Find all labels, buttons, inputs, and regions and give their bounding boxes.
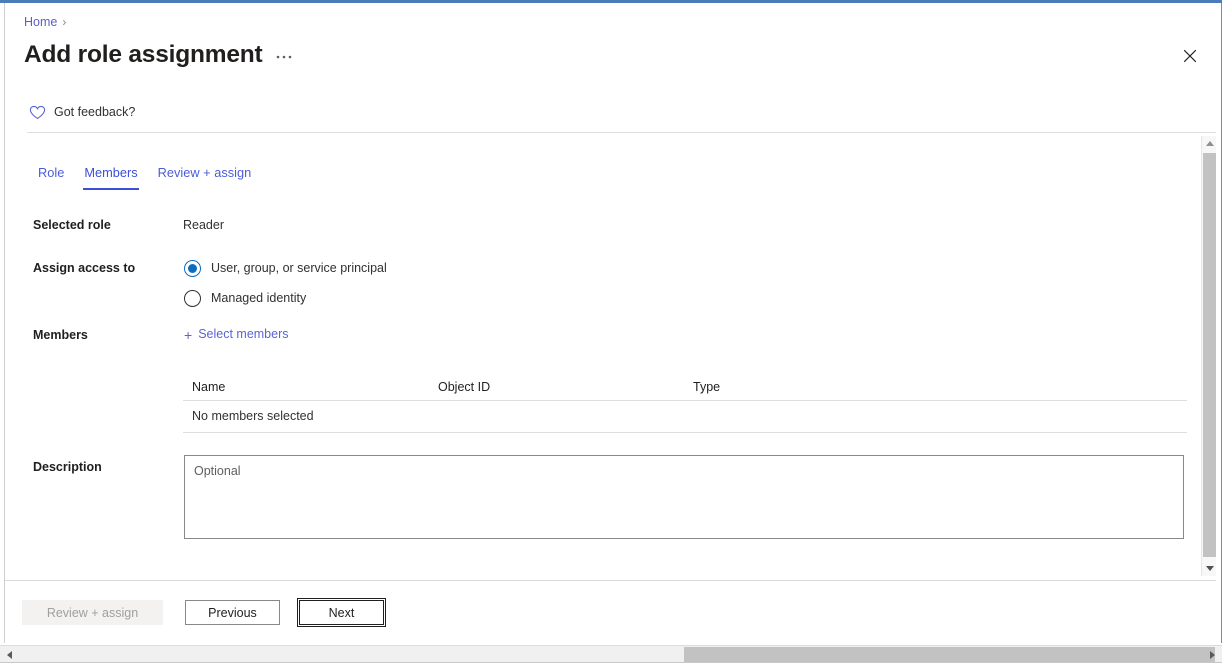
select-members-button[interactable]: + Select members (184, 326, 289, 343)
horizontal-scrollbar-thumb[interactable] (684, 647, 1215, 662)
close-icon (1183, 49, 1197, 63)
radio-label: User, group, or service principal (211, 260, 387, 275)
breadcrumb: Home › (24, 14, 66, 30)
empty-state-message: No members selected (192, 409, 314, 423)
page-title: Add role assignment (24, 41, 263, 68)
members-table-header: Name Object ID Type (183, 374, 1187, 401)
description-label: Description (33, 460, 102, 474)
members-table: Name Object ID Type No members selected (183, 374, 1187, 433)
radio-indicator-icon (184, 289, 201, 307)
radio-label: Managed identity (211, 290, 307, 305)
scroll-left-button[interactable] (2, 646, 17, 663)
vertical-scrollbar-thumb[interactable] (1203, 153, 1216, 557)
column-header-type: Type (693, 379, 721, 394)
assign-access-to-radio-group: User, group, or service principal Manage… (184, 256, 387, 316)
footer-bar: Review + assign Previous Next (5, 581, 1216, 643)
column-header-name: Name (192, 379, 226, 394)
heart-icon (29, 105, 46, 119)
column-header-object-id: Object ID (438, 379, 491, 394)
radio-user-group-service-principal[interactable]: User, group, or service principal (184, 256, 387, 280)
scroll-up-button[interactable] (1202, 136, 1216, 151)
table-row-empty: No members selected (183, 401, 1187, 433)
radio-managed-identity[interactable]: Managed identity (184, 286, 387, 310)
chevron-left-icon (7, 650, 12, 659)
members-label: Members (33, 328, 88, 342)
tab-bar: Role Members Review + assign (28, 160, 261, 190)
selected-role-value: Reader (183, 218, 224, 232)
close-button[interactable] (1177, 43, 1203, 69)
description-input[interactable] (184, 455, 1184, 539)
tab-role[interactable]: Role (28, 160, 74, 190)
chevron-right-icon (1210, 650, 1215, 659)
scroll-down-button[interactable] (1202, 561, 1216, 576)
chevron-up-icon (1205, 141, 1214, 146)
next-button[interactable]: Next (297, 598, 386, 627)
previous-button[interactable]: Previous (185, 600, 280, 625)
tab-review-assign[interactable]: Review + assign (148, 160, 262, 190)
selected-role-label: Selected role (33, 218, 111, 232)
breadcrumb-separator-icon: › (62, 15, 67, 29)
header-divider (27, 132, 1216, 133)
plus-icon: + (184, 326, 193, 343)
blade-content: Home › Add role assignment Got feedback? (5, 3, 1216, 643)
assign-access-to-label: Assign access to (33, 261, 136, 275)
review-assign-button[interactable]: Review + assign (22, 600, 163, 625)
radio-indicator-icon (184, 259, 201, 277)
scroll-right-button[interactable] (1205, 646, 1220, 663)
got-feedback-button[interactable]: Got feedback? (29, 104, 135, 120)
horizontal-scrollbar[interactable] (0, 645, 1222, 663)
more-options-button[interactable] (273, 45, 295, 67)
vertical-scrollbar[interactable] (1201, 136, 1216, 576)
breadcrumb-item-home[interactable]: Home (24, 15, 57, 29)
got-feedback-label: Got feedback? (54, 105, 136, 119)
chevron-down-icon (1205, 566, 1214, 571)
blade-window: Home › Add role assignment Got feedback? (0, 0, 1222, 665)
ellipsis-icon (276, 55, 292, 59)
select-members-label: Select members (198, 327, 289, 341)
tab-members[interactable]: Members (74, 160, 147, 190)
